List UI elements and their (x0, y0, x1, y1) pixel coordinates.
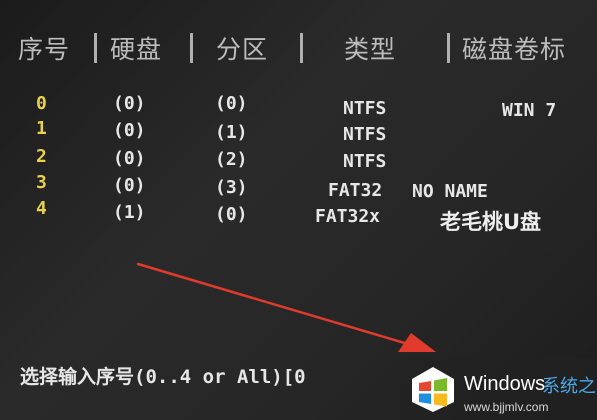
dos-partition-screen: 序号 硬盘 分区 类型 磁盘卷标 0 (0) (0) NTFS WIN 7 1 … (0, 0, 597, 420)
selection-prompt[interactable]: 选择输入序号(0..4 or All)[0 (20, 362, 306, 389)
red-arrow-icon (136, 262, 436, 352)
windows-logo-icon (412, 367, 454, 412)
watermark-brand: Windows (464, 373, 546, 395)
prompt-text: 选择输入序号(0..4 or All)[0 (20, 366, 306, 388)
watermark: Windows 系统之家 www.bjjmlv.com (400, 358, 597, 420)
watermark-url: www.bjjmlv.com (464, 400, 549, 414)
watermark-site-name: 系统之家 (542, 376, 597, 397)
